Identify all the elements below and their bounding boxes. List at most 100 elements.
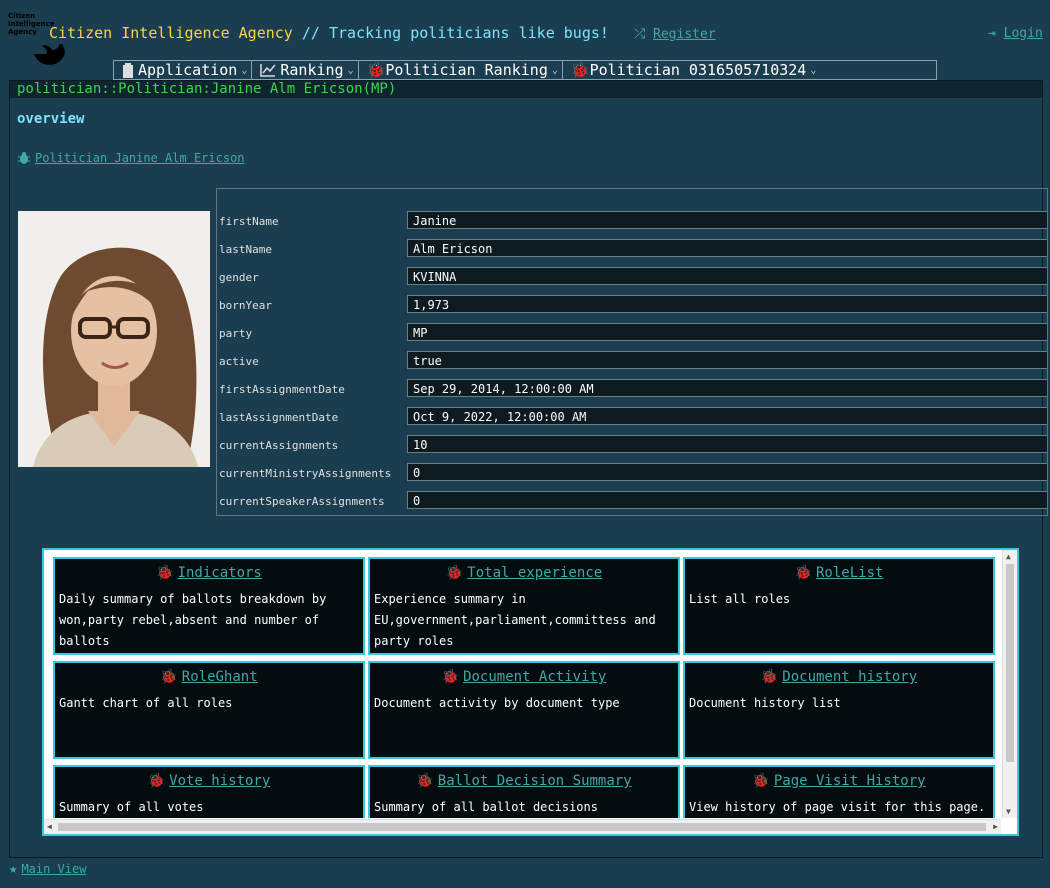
card-rolelist[interactable]: 🐞 RoleList List all roles <box>683 557 995 655</box>
card-description: Document history list <box>689 696 841 710</box>
app-title-name: Citizen Intelligence Agency <box>49 24 293 42</box>
field-label: currentAssignments <box>219 439 339 452</box>
card-document-activity[interactable]: 🐞 Document Activity Document activity by … <box>368 661 680 759</box>
card-title[interactable]: RoleList <box>816 565 883 581</box>
vertical-scrollbar[interactable]: ▲ ▼ <box>1002 550 1017 818</box>
field-value[interactable]: KVINNA <box>407 267 1047 285</box>
card-document-history[interactable]: 🐞 Document history Document history list <box>683 661 995 759</box>
field-label: lastAssignmentDate <box>219 411 339 424</box>
bug-icon: 🐞 <box>416 773 434 789</box>
bug-icon: 🐞 <box>752 773 770 789</box>
field-value[interactable]: Oct 9, 2022, 12:00:00 AM <box>407 407 1047 425</box>
card-description: List all roles <box>689 592 791 606</box>
card-description: View history of page visit for this page… <box>689 800 986 814</box>
menu-ranking[interactable]: Ranking ⌄ <box>252 61 359 79</box>
field-row: currentAssignments 10 <box>219 435 1047 455</box>
shuffle-icon: ⤮ <box>634 26 646 42</box>
scroll-right-arrow-icon[interactable]: ▶ <box>993 822 998 831</box>
bug-icon: 🐞 <box>160 669 178 685</box>
header: Citizen Intelligence Agency Citizen Inte… <box>0 0 1050 65</box>
field-row: currentMinistryAssignments 0 <box>219 463 1047 483</box>
scroll-left-arrow-icon[interactable]: ◀ <box>47 822 52 831</box>
card-description: Summary of all ballot decisions <box>374 800 598 814</box>
field-value[interactable]: true <box>407 351 1047 369</box>
card-vote-history[interactable]: 🐞 Vote history Summary of all votes <box>53 765 365 818</box>
field-value[interactable]: Alm Ericson <box>407 239 1047 257</box>
field-row: firstName Janine <box>219 211 1047 231</box>
scroll-up-arrow-icon[interactable]: ▲ <box>1006 552 1011 561</box>
login-link[interactable]: ⇥ Login <box>988 26 1043 41</box>
menu-politician-label: Politician 0316505710324 <box>589 61 807 79</box>
card-title[interactable]: Ballot Decision Summary <box>438 773 632 789</box>
card-roleghant[interactable]: 🐞 RoleGhant Gantt chart of all roles <box>53 661 365 759</box>
chevron-down-icon: ⌄ <box>810 64 817 76</box>
field-value[interactable]: Sep 29, 2014, 12:00:00 AM <box>407 379 1047 397</box>
menu-politician[interactable]: 🐞 Politician 0316505710324 ⌄ <box>563 61 820 79</box>
register-link[interactable]: ⤮ Register <box>634 26 716 42</box>
main-view-label[interactable]: Main View <box>21 862 86 876</box>
menu-politician-ranking[interactable]: 🐞 Politician Ranking ⌄ <box>359 61 563 79</box>
politician-link-label[interactable]: Politician Janine Alm Ericson <box>35 151 245 165</box>
field-value[interactable]: 0 <box>407 491 1047 509</box>
star-icon: ★ <box>9 861 18 877</box>
horizontal-scroll-thumb[interactable] <box>58 823 986 831</box>
bug-icon: 🐞 <box>760 669 779 685</box>
field-label: firstAssignmentDate <box>219 383 345 396</box>
top-menubar: Application ⌄ Ranking ⌄ 🐞 Politician Ran… <box>113 60 937 80</box>
field-row: party MP <box>219 323 1047 343</box>
card-description: Daily summary of ballots breakdown by wo… <box>59 592 327 648</box>
card-description: Summary of all votes <box>59 800 204 814</box>
field-row: active true <box>219 351 1047 371</box>
chevron-down-icon: ⌄ <box>347 64 354 76</box>
politician-photo <box>18 211 210 467</box>
card-description: Document activity by document type <box>374 696 620 710</box>
card-title[interactable]: Total experience <box>467 565 602 581</box>
bug-icon <box>18 152 30 164</box>
field-label: lastName <box>219 243 272 256</box>
menu-application-label: Application <box>138 61 238 79</box>
login-label[interactable]: Login <box>1004 26 1043 41</box>
main-view-link[interactable]: ★ Main View <box>9 861 86 877</box>
field-value[interactable]: 0 <box>407 463 1047 481</box>
field-value[interactable]: 10 <box>407 435 1047 453</box>
field-row: firstAssignmentDate Sep 29, 2014, 12:00:… <box>219 379 1047 399</box>
scroll-down-arrow-icon[interactable]: ▼ <box>1006 807 1011 816</box>
portrait-image <box>18 211 210 467</box>
logo-text: Citizen Intelligence Agency <box>8 12 55 36</box>
politician-form: firstName Janine lastName Alm Ericson ge… <box>216 188 1048 516</box>
card-title[interactable]: Page Visit History <box>774 773 926 789</box>
horizontal-scrollbar[interactable]: ◀ ▶ <box>44 819 1001 834</box>
field-label: bornYear <box>219 299 272 312</box>
app-title: Citizen Intelligence Agency // Tracking … <box>49 24 609 42</box>
panel-caption: politician::Politician:Janine Alm Ericso… <box>10 81 1042 98</box>
field-value[interactable]: Janine <box>407 211 1047 229</box>
card-title[interactable]: RoleGhant <box>182 669 258 685</box>
card-grid-container: 🐞 Indicators Daily summary of ballots bre… <box>42 548 1019 836</box>
field-value[interactable]: 1,973 <box>407 295 1047 313</box>
main-panel: politician::Politician:Janine Alm Ericso… <box>9 80 1048 858</box>
card-indicators[interactable]: 🐞 Indicators Daily summary of ballots bre… <box>53 557 365 655</box>
bug-icon: 🐞 <box>147 773 166 789</box>
chevron-down-icon: ⌄ <box>241 64 248 76</box>
bug-icon: 🐞 <box>445 565 464 581</box>
card-title[interactable]: Indicators <box>178 565 262 581</box>
vertical-scroll-thumb[interactable] <box>1006 564 1014 762</box>
field-label: party <box>219 327 253 340</box>
bug-icon: 🐞 <box>441 669 460 685</box>
politician-link[interactable]: Politician Janine Alm Ericson <box>17 151 245 165</box>
app-title-tagline: // Tracking politicians like bugs! <box>292 24 609 42</box>
bug-icon: 🐞 <box>156 565 174 581</box>
card-title[interactable]: Document history <box>782 669 917 685</box>
card-description: Experience summary in EU,government,parl… <box>374 592 656 648</box>
card-page-visit-history[interactable]: 🐞 Page Visit History View history of page… <box>683 765 995 818</box>
register-label[interactable]: Register <box>653 27 716 42</box>
card-title[interactable]: Vote history <box>169 773 270 789</box>
menu-application[interactable]: Application ⌄ <box>114 61 253 79</box>
field-label: active <box>219 355 259 368</box>
field-value[interactable]: MP <box>407 323 1047 341</box>
field-row: gender KVINNA <box>219 267 1047 287</box>
card-title[interactable]: Document Activity <box>463 669 606 685</box>
card-total-experience[interactable]: 🐞 Total experience Experience summary in … <box>368 557 680 655</box>
section-title: overview <box>17 111 85 127</box>
card-ballot-decision-summary[interactable]: 🐞 Ballot Decision Summary Summary of all … <box>368 765 680 818</box>
